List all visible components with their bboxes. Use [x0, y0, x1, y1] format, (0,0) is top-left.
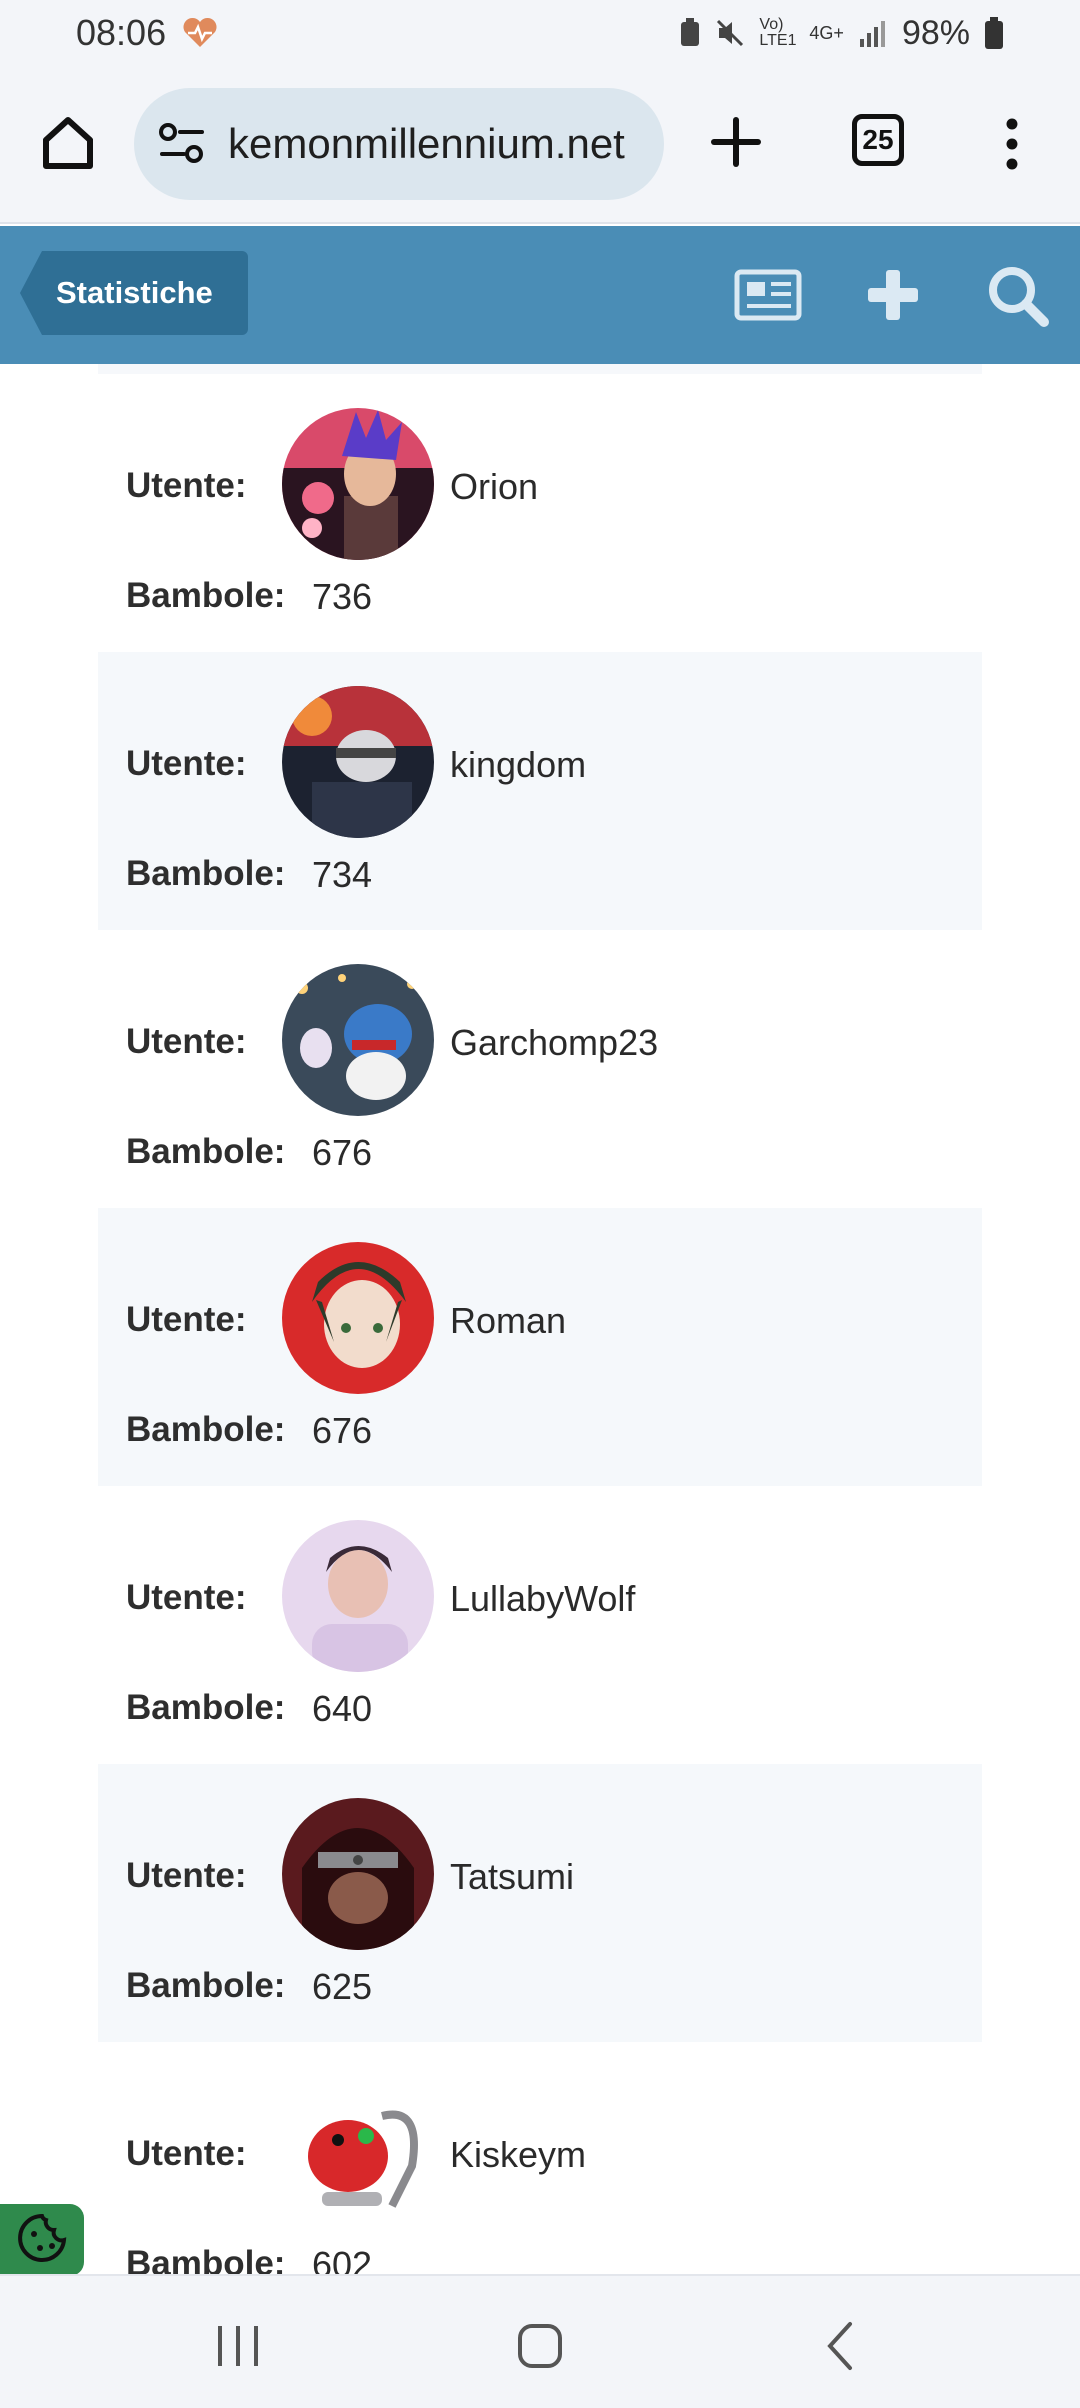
address-bar[interactable]: kemonmillennium.net: [134, 88, 664, 200]
status-bar: 08:06 Vo) LTE1 4G+ 98%: [0, 0, 1080, 66]
avatar[interactable]: [282, 1242, 434, 1394]
avatar[interactable]: [282, 408, 434, 560]
user-label: Utente:: [126, 466, 247, 505]
avatar[interactable]: [282, 686, 434, 838]
network-type: 4G+: [809, 22, 844, 43]
user-label: Utente:: [126, 2134, 247, 2173]
tab-switcher-button[interactable]: 25: [852, 114, 904, 166]
dolls-label: Bambole:: [126, 2244, 286, 2274]
home-icon[interactable]: [36, 110, 100, 174]
dolls-label: Bambole:: [126, 1132, 286, 1171]
back-to-statistics-button[interactable]: Statistiche: [20, 251, 248, 335]
dolls-count: 736: [312, 576, 373, 617]
battery-percent: 98%: [901, 13, 970, 52]
username[interactable]: Garchomp23: [450, 1022, 658, 1064]
more-menu-icon[interactable]: [1000, 114, 1024, 174]
dolls-label: Bambole:: [126, 1966, 286, 2005]
username[interactable]: Roman: [450, 1300, 566, 1342]
network-label: Vo) LTE1: [759, 16, 797, 49]
search-icon[interactable]: [982, 260, 1052, 330]
avatar[interactable]: [282, 1798, 434, 1950]
dolls-count: 734: [312, 854, 373, 895]
site-settings-icon[interactable]: [156, 118, 208, 170]
back-label: Statistiche: [56, 275, 213, 310]
dolls-label: Bambole:: [126, 1410, 286, 1449]
previous-entry-edge: [98, 364, 982, 374]
battery-icon: [984, 17, 1004, 49]
dolls-label: Bambole:: [126, 576, 286, 615]
username[interactable]: LullabyWolf: [450, 1578, 635, 1620]
new-tab-icon[interactable]: [706, 112, 766, 172]
username[interactable]: kingdom: [450, 744, 586, 786]
news-icon[interactable]: [733, 260, 803, 330]
dolls-count: 676: [312, 1132, 373, 1173]
signal-icon: [858, 19, 888, 47]
list-item: Utente: Roman Bambole: 676: [98, 1208, 982, 1486]
cookie-icon: [16, 2212, 68, 2269]
dolls-count: 676: [312, 1410, 373, 1451]
username[interactable]: Tatsumi: [450, 1856, 574, 1898]
avatar[interactable]: [282, 2076, 434, 2228]
system-navigation-bar: [0, 2274, 1080, 2408]
list-item: Utente: Garchomp23 Bambole: 676: [98, 930, 982, 1208]
battery-saver-icon: [679, 18, 701, 48]
status-time: 08:06: [76, 12, 167, 53]
home-nav-icon[interactable]: [510, 2316, 570, 2376]
url-text[interactable]: kemonmillennium.net: [228, 120, 625, 168]
dolls-count: 602: [312, 2244, 373, 2274]
user-label: Utente:: [126, 744, 247, 783]
user-label: Utente:: [126, 1856, 247, 1895]
mute-icon: [715, 18, 745, 48]
site-header: Statistiche: [0, 226, 1080, 364]
back-nav-icon[interactable]: [812, 2316, 872, 2376]
doll-ranking-list: Utente: Orion Bambole: 736 Utente: kingd…: [98, 364, 982, 2274]
user-label: Utente:: [126, 1578, 247, 1617]
avatar[interactable]: [282, 1520, 434, 1672]
dolls-count: 625: [312, 1966, 373, 2007]
list-item: Utente: Tatsumi Bambole: 625: [98, 1764, 982, 2042]
user-label: Utente:: [126, 1300, 247, 1339]
browser-toolbar: kemonmillennium.net 25: [0, 66, 1080, 224]
list-item: Utente: Orion Bambole: 736: [98, 374, 982, 652]
dolls-count: 640: [312, 1688, 373, 1729]
user-label: Utente:: [126, 1022, 247, 1061]
avatar[interactable]: [282, 964, 434, 1116]
list-item: Utente: Kiskeym Bambole: 602: [98, 2042, 982, 2274]
recent-apps-icon[interactable]: [208, 2316, 268, 2376]
dolls-label: Bambole:: [126, 854, 286, 893]
cookie-settings-button[interactable]: [0, 2204, 84, 2276]
list-item: Utente: kingdom Bambole: 734: [98, 652, 982, 930]
username[interactable]: Orion: [450, 466, 538, 508]
health-heart-icon: [182, 17, 218, 49]
add-icon[interactable]: [858, 260, 928, 330]
list-item: Utente: LullabyWolf Bambole: 640: [98, 1486, 982, 1764]
username[interactable]: Kiskeym: [450, 2134, 586, 2176]
tab-count: 25: [862, 124, 894, 155]
dolls-label: Bambole:: [126, 1688, 286, 1727]
